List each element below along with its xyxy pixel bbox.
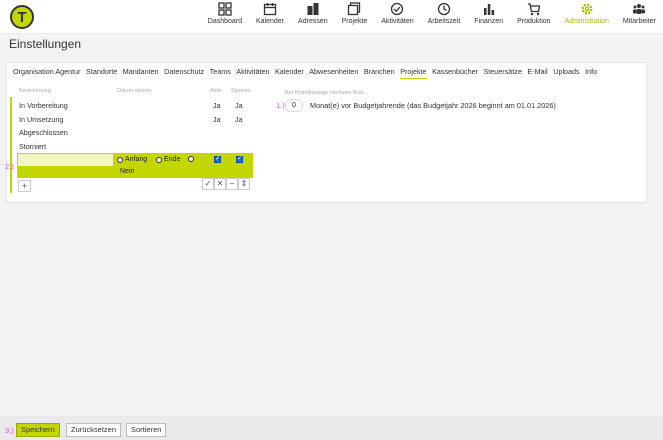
- reorder-icon[interactable]: ⇕: [238, 178, 250, 190]
- annotation-marker-3: 3.): [5, 426, 14, 435]
- top-navigation-bar: T Dashboard Kalender Adressen Projekte A…: [0, 0, 663, 34]
- column-header-name: Bezeichnung: [19, 88, 51, 94]
- nav-produktion[interactable]: Produktion: [510, 2, 557, 25]
- sort-button[interactable]: Sortieren: [126, 423, 167, 437]
- settings-panel: Organisation Agentur Standorte Mandanten…: [6, 62, 647, 203]
- radio-ende[interactable]: Ende: [156, 156, 180, 163]
- row-name: In Vorbereitung: [19, 101, 68, 110]
- nav-administration[interactable]: Administration: [558, 2, 616, 25]
- clock-icon: [437, 2, 451, 16]
- tab-branchen[interactable]: Branchen: [364, 67, 395, 79]
- app-logo[interactable]: T: [10, 5, 34, 29]
- people-icon: [633, 4, 646, 14]
- budget-field-label: Bei Projektanlage nächstes Bud...: [285, 90, 368, 96]
- gear-icon: [581, 3, 593, 15]
- nav-label: Adressen: [298, 18, 328, 25]
- tab-teams[interactable]: Teams: [210, 67, 231, 79]
- add-row-button[interactable]: +: [18, 180, 31, 192]
- active-checkbox[interactable]: ✓: [214, 156, 221, 163]
- logo-letter: T: [17, 8, 27, 26]
- nav-arbeitszeit[interactable]: Arbeitszeit: [421, 2, 468, 25]
- tab-uploads[interactable]: Uploads: [553, 67, 579, 79]
- save-button[interactable]: Speichern: [16, 423, 60, 437]
- budget-description: Monat(e) vor Budgetjahrende (das Budgetj…: [310, 101, 556, 110]
- calendar-icon: [263, 3, 277, 16]
- main-nav: Dashboard Kalender Adressen Projekte Akt…: [201, 2, 663, 25]
- tab-steuersaetze[interactable]: Steuersätze: [484, 67, 522, 79]
- activity-check-icon: [391, 2, 404, 16]
- cancel-icon[interactable]: ✕: [214, 178, 226, 190]
- delete-icon[interactable]: −: [226, 178, 238, 190]
- nav-label: Aktivitäten: [381, 18, 414, 25]
- radio-circle-icon: [156, 156, 162, 163]
- tab-kassenbuecher[interactable]: Kassenbücher: [432, 67, 478, 79]
- row-active: Ja: [213, 101, 221, 110]
- tab-standorte[interactable]: Standorte: [86, 67, 117, 79]
- nav-projekte[interactable]: Projekte: [335, 2, 375, 25]
- tab-info[interactable]: Info: [585, 67, 597, 79]
- tab-mandanten[interactable]: Mandanten: [123, 67, 159, 79]
- row-action-buttons: ✓ ✕ − ⇕: [202, 178, 250, 190]
- lock-checkbox[interactable]: ✓: [236, 156, 243, 163]
- tab-datenschutz[interactable]: Datenschutz: [164, 67, 204, 79]
- radio-ende-label: Ende: [164, 156, 181, 163]
- nav-label: Dashboard: [207, 18, 243, 25]
- nav-dashboard[interactable]: Dashboard: [201, 2, 249, 25]
- confirm-icon[interactable]: ✓: [202, 178, 214, 190]
- tab-organisation-agentur[interactable]: Organisation Agentur: [13, 67, 81, 79]
- tab-abwesenheiten[interactable]: Abwesenheiten: [309, 67, 358, 79]
- reset-button[interactable]: Zurücksetzen: [66, 423, 122, 437]
- nav-aktivitaeten[interactable]: Aktivitäten: [374, 2, 420, 25]
- cart-icon: [527, 3, 541, 16]
- annotation-marker-2: 2.): [5, 162, 14, 171]
- tab-email[interactable]: E-Mail: [527, 67, 547, 79]
- column-header-date: Datum setzen: [117, 88, 151, 94]
- settings-tabs: Organisation Agentur Standorte Mandanten…: [13, 67, 603, 79]
- tab-projekte[interactable]: Projekte: [400, 67, 427, 79]
- page-title: Einstellungen: [9, 37, 82, 51]
- radio-circle-icon: [188, 156, 194, 162]
- radio-circle-icon: [117, 156, 123, 163]
- row-name: In Umsetzung: [19, 115, 64, 124]
- nav-label: Mitarbeiter: [622, 18, 656, 25]
- bar-chart-icon: [483, 4, 494, 15]
- row-lock: Ja: [235, 115, 243, 124]
- projects-icon: [348, 2, 361, 16]
- radio-anfang-label: Anfang: [125, 156, 148, 163]
- row-name: Abgeschlossen: [19, 128, 68, 137]
- new-status-row: Anfang Ende Nein ✓ ✓: [17, 153, 253, 178]
- nav-kalender[interactable]: Kalender: [249, 2, 291, 25]
- row-name: Storniert: [19, 142, 47, 151]
- tab-kalender[interactable]: Kalender: [275, 67, 304, 79]
- nav-label: Administration: [564, 18, 609, 25]
- dashboard-grid-icon: [218, 2, 232, 16]
- nav-mitarbeiter[interactable]: Mitarbeiter: [616, 2, 663, 25]
- row-active: Ja: [213, 115, 221, 124]
- row-lock: Ja: [235, 101, 243, 110]
- new-status-name-input[interactable]: [18, 154, 113, 166]
- annotation-marker-1: 1.): [276, 101, 285, 110]
- column-header-lock: Sperren: [231, 88, 251, 94]
- budget-months-input[interactable]: 0: [285, 99, 303, 112]
- nav-adressen[interactable]: Adressen: [291, 2, 335, 25]
- nav-label: Projekte: [341, 18, 368, 25]
- nav-label: Arbeitszeit: [427, 18, 461, 25]
- nav-label: Kalender: [256, 18, 285, 25]
- radio-nein[interactable]: [188, 156, 196, 162]
- column-header-active: Aktiv: [210, 88, 222, 94]
- nav-label: Finanzen: [474, 18, 504, 25]
- nav-finanzen[interactable]: Finanzen: [467, 2, 510, 25]
- buildings-icon: [307, 3, 319, 15]
- date-setting-value: Nein: [120, 168, 135, 175]
- nav-label: Produktion: [517, 18, 551, 25]
- tab-aktivitaeten[interactable]: Aktivitäten: [236, 67, 269, 79]
- radio-anfang[interactable]: Anfang: [117, 156, 147, 163]
- table-row-indicator: [10, 97, 12, 193]
